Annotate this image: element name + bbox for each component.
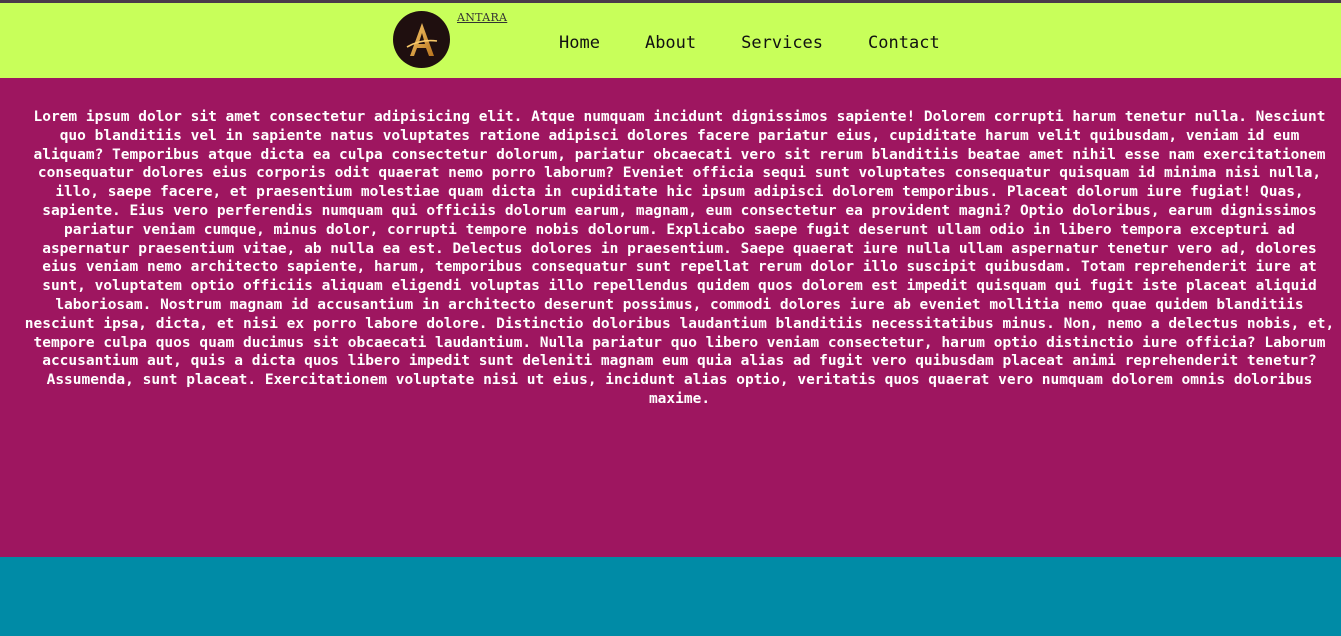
brand-link[interactable]: ANTARA xyxy=(457,11,507,24)
nav-item-about[interactable]: About xyxy=(645,33,696,53)
navbar: ANTARA Home About Services Contact xyxy=(0,3,1341,78)
nav-item-contact[interactable]: Contact xyxy=(868,33,940,53)
footer-band xyxy=(0,557,1341,636)
content-section: Lorem ipsum dolor sit amet consectetur a… xyxy=(0,78,1341,557)
lorem-paragraph: Lorem ipsum dolor sit amet consectetur a… xyxy=(24,109,1335,407)
antara-a-logo-icon[interactable] xyxy=(393,11,450,68)
main-nav: Home About Services Contact xyxy=(559,33,940,53)
nav-item-services[interactable]: Services xyxy=(741,33,823,53)
nav-item-home[interactable]: Home xyxy=(559,33,600,53)
